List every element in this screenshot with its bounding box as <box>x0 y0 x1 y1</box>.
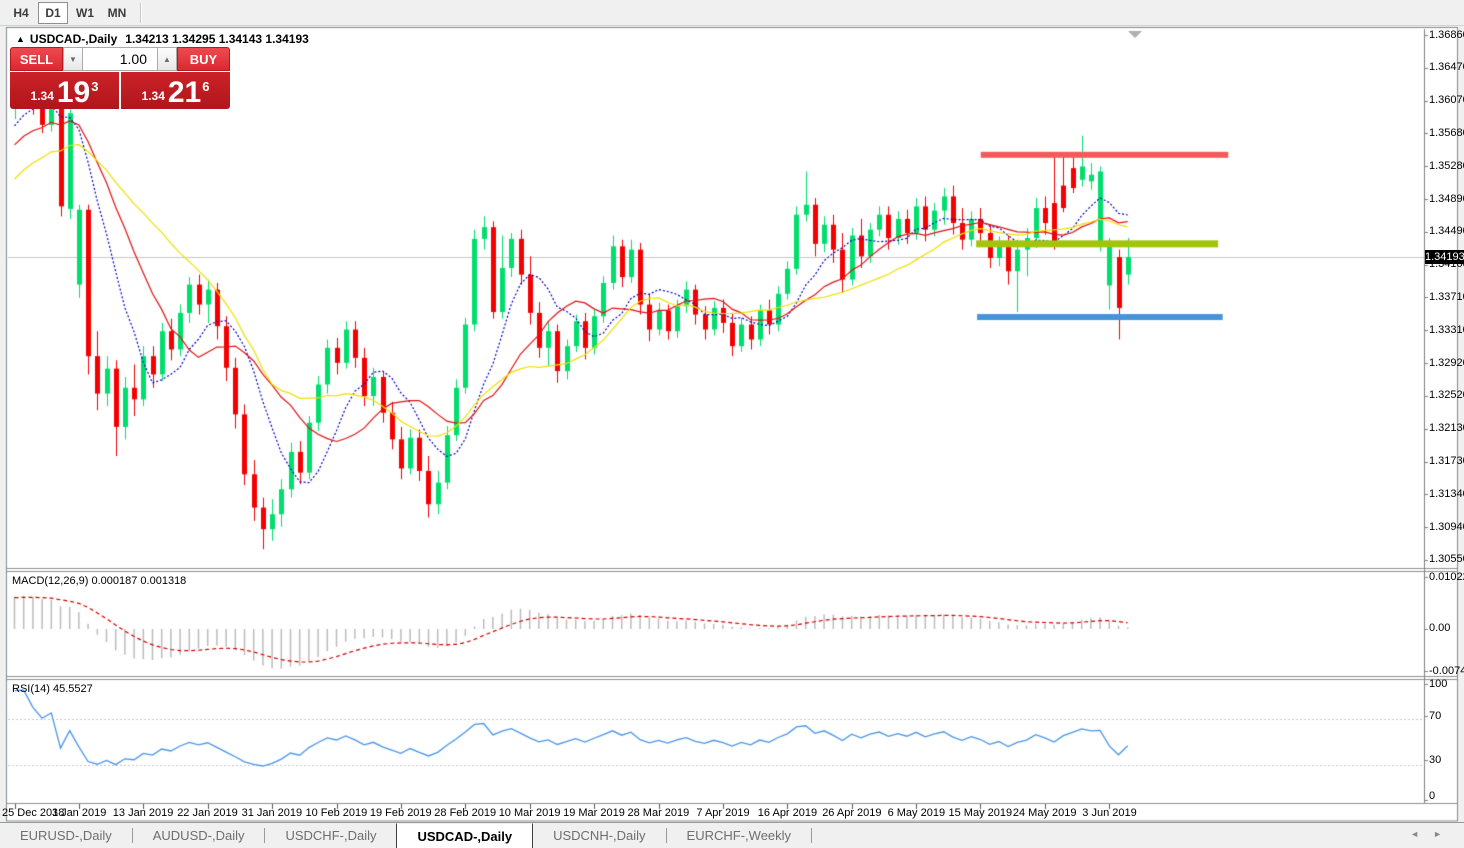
chart-title: ▲ USDCAD-,Daily 1.34213 1.34295 1.34143 1.… <box>16 32 309 46</box>
tab-separator <box>811 828 812 843</box>
mt4-window: { "toolbar": { "timeframes": [ {"label":… <box>0 0 1464 848</box>
price-axis-label: 1.30940 <box>1429 521 1464 533</box>
macd-values: 0.000187 0.001318 <box>91 575 186 587</box>
price-axis-label: 1.36470 <box>1429 61 1464 73</box>
price-axis-label: 1.36860 <box>1429 29 1464 41</box>
buy-price-point: 6 <box>202 72 209 102</box>
date-axis-label: 7 Apr 2019 <box>696 807 749 819</box>
date-axis-label: 22 Jan 2019 <box>177 807 238 819</box>
price-axis-label: 1.32130 <box>1429 422 1464 434</box>
buy-price-base: 1.34 <box>142 86 165 106</box>
date-axis-label: 28 Feb 2019 <box>434 807 496 819</box>
date-axis-label: 6 May 2019 <box>888 807 945 819</box>
collapse-trade-widget-icon[interactable]: ▲ <box>16 34 25 44</box>
date-axis-label: 3 Jan 2019 <box>52 807 106 819</box>
price-axis-label: 1.32520 <box>1429 389 1464 401</box>
date-axis-label: 24 May 2019 <box>1013 807 1077 819</box>
buy-price-panel[interactable]: 1.34 21 6 <box>121 72 230 109</box>
date-axis-label: 15 May 2019 <box>949 807 1013 819</box>
chart-tab-usdchf[interactable]: USDCHF-,Daily <box>265 823 396 848</box>
symbol-period-label: USDCAD-,Daily <box>30 32 117 46</box>
tab-scroll-right-icon[interactable]: ► <box>1433 829 1456 839</box>
date-axis-label: 19 Feb 2019 <box>370 807 432 819</box>
sell-price-base: 1.34 <box>31 86 54 106</box>
rsi-axis-label: 100 <box>1429 678 1447 690</box>
price-axis-label: 1.34890 <box>1429 193 1464 205</box>
macd-axis-label: 0.010229 <box>1429 571 1464 583</box>
buy-price-pips: 21 <box>168 80 201 106</box>
timeframe-button-mn[interactable]: MN <box>102 2 132 24</box>
price-axis-label: 1.31730 <box>1429 455 1464 467</box>
price-axis-label: 1.33710 <box>1429 291 1464 303</box>
chart-tab-bar: EURUSD-,DailyAUDUSD-,DailyUSDCHF-,DailyU… <box>0 822 1464 848</box>
date-axis-label: 10 Mar 2019 <box>499 807 561 819</box>
current-price-tag: 1.34193 <box>1425 250 1464 264</box>
chart-canvas[interactable] <box>0 0 1464 848</box>
toolbar-separator <box>140 3 142 23</box>
price-axis-label: 1.30550 <box>1429 553 1464 565</box>
date-axis-label: 28 Mar 2019 <box>628 807 690 819</box>
volume-decrease-button[interactable]: ▼ <box>63 47 83 71</box>
price-axis-label: 1.35680 <box>1429 127 1464 139</box>
price-axis-label: 1.32920 <box>1429 357 1464 369</box>
timeframe-button-d1[interactable]: D1 <box>38 2 68 24</box>
volume-increase-button[interactable]: ▲ <box>157 47 177 71</box>
chart-tab-usdcnh[interactable]: USDCNH-,Daily <box>533 823 665 848</box>
rsi-value: 45.5527 <box>53 683 93 695</box>
macd-axis-label: 0.00 <box>1429 622 1450 634</box>
price-axis-label: 1.36070 <box>1429 94 1464 106</box>
timeframe-toolbar: H4D1W1MN <box>0 0 1464 26</box>
chart-tab-eurchf[interactable]: EURCHF-,Weekly <box>667 823 812 848</box>
date-axis-label: 10 Feb 2019 <box>306 807 368 819</box>
buy-button[interactable]: BUY <box>177 47 230 71</box>
timeframe-button-w1[interactable]: W1 <box>70 2 100 24</box>
date-axis-label: 16 Apr 2019 <box>758 807 817 819</box>
price-axis-label: 1.34490 <box>1429 225 1464 237</box>
rsi-axis-label: 70 <box>1429 710 1441 722</box>
date-axis-label: 26 Apr 2019 <box>822 807 881 819</box>
rsi-axis-label: 0 <box>1429 790 1435 802</box>
price-axis-label: 1.31340 <box>1429 488 1464 500</box>
sell-price-panel[interactable]: 1.34 19 3 <box>10 72 119 109</box>
date-axis-label: 19 Mar 2019 <box>563 807 625 819</box>
tab-scroll-left-icon[interactable]: ◄ <box>1410 829 1433 839</box>
chart-tab-usdcad[interactable]: USDCAD-,Daily <box>396 823 533 848</box>
volume-input[interactable] <box>83 47 157 71</box>
sell-price-point: 3 <box>91 72 98 102</box>
rsi-indicator-label: RSI(14) 45.5527 <box>12 683 93 695</box>
sell-price-pips: 19 <box>57 80 90 106</box>
one-click-trading-widget: SELL ▼ ▲ BUY 1.34 19 3 1.34 21 6 <box>10 47 230 109</box>
macd-axis-label: -0.007477 <box>1429 665 1464 677</box>
macd-indicator-label: MACD(12,26,9) 0.000187 0.001318 <box>12 575 186 587</box>
chart-tab-eurusd[interactable]: EURUSD-,Daily <box>0 823 132 848</box>
chart-tab-audusd[interactable]: AUDUSD-,Daily <box>133 823 265 848</box>
ohlc-values: 1.34213 1.34295 1.34143 1.34193 <box>125 32 309 46</box>
rsi-axis-label: 30 <box>1429 754 1441 766</box>
date-axis-label: 13 Jan 2019 <box>113 807 174 819</box>
price-axis-label: 1.35280 <box>1429 160 1464 172</box>
timeframe-button-h4[interactable]: H4 <box>6 2 36 24</box>
price-axis-label: 1.33310 <box>1429 324 1464 336</box>
sell-button[interactable]: SELL <box>10 47 63 71</box>
date-axis-label: 31 Jan 2019 <box>242 807 303 819</box>
tab-scroll-arrows: ◄► <box>1410 829 1456 839</box>
date-axis-label: 3 Jun 2019 <box>1082 807 1136 819</box>
